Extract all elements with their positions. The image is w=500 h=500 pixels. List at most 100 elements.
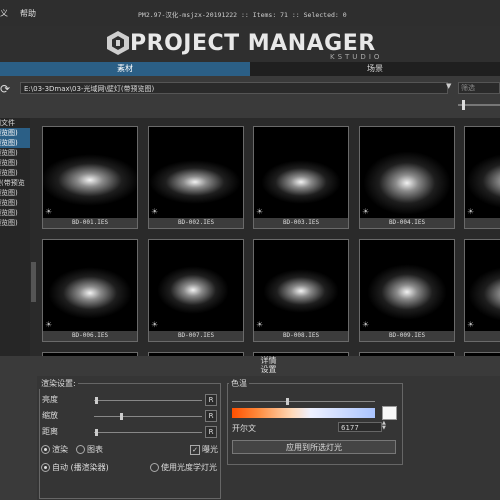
distance-knob[interactable] (95, 429, 98, 436)
ies-thumbnail[interactable]: ☀ BD-009.IES (359, 239, 455, 342)
scale-knob[interactable] (120, 413, 123, 420)
settings-title[interactable]: 设置 (37, 365, 500, 374)
thumbnail-caption: BD-006.IES (43, 331, 137, 341)
tab-assets[interactable]: 素材 (0, 62, 250, 76)
exposure-checkbox[interactable]: ✓ 曝光 (190, 444, 218, 455)
kelvin-label: 开尔文 (232, 424, 256, 433)
scale-label: 缩放 (42, 411, 58, 420)
ies-thumbnail[interactable]: ☀ BD-007.IES (148, 239, 244, 342)
thumbnail-caption: BD-007.IES (149, 331, 243, 341)
brightness-slider[interactable] (94, 400, 202, 401)
color-temp-title: 色温 (229, 378, 249, 389)
light-glow (367, 264, 447, 320)
light-bulb-icon: ☀ (151, 207, 159, 216)
ies-thumbnail[interactable]: ☀ BD-008.IES (253, 239, 349, 342)
scale-slider[interactable] (94, 416, 202, 417)
light-bulb-icon: ☀ (467, 207, 475, 216)
ies-thumbnail[interactable]: ☀ BD-006.IES (42, 239, 138, 342)
thumbnail-caption (465, 218, 500, 228)
path-field[interactable]: E:\03-3Dmax\03-光域网\壁灯(带预览图) (20, 82, 448, 94)
light-bulb-icon: ☀ (256, 207, 264, 216)
brightness-reset-button[interactable]: R (205, 394, 217, 406)
light-glow (43, 154, 137, 206)
menu-item-help[interactable]: 帮助 (20, 8, 36, 19)
thumbnail-caption: BD-009.IES (360, 331, 454, 341)
chevron-down-icon[interactable]: ▼ (446, 82, 451, 90)
tree-item[interactable]: 预览图) (0, 198, 30, 208)
tree-item[interactable]: 预览图) (0, 188, 30, 198)
tree-item[interactable]: 预览图) (0, 128, 30, 138)
light-preview-image: ☀ (43, 240, 137, 332)
main-tabs: 素材 场景 (0, 62, 500, 76)
radio-dot-icon (41, 445, 50, 454)
light-glow (363, 151, 451, 215)
color-swatch (382, 406, 397, 420)
tree-item[interactable]: 预览图) (0, 138, 30, 148)
light-glow (263, 269, 339, 313)
logo-subtitle: KSTUDIO (330, 53, 383, 61)
tree-scrollbar[interactable] (30, 118, 37, 356)
menu-item-1[interactable]: 义 (0, 8, 8, 19)
ies-thumbnail[interactable]: ☀ BD-001.IES (42, 126, 138, 229)
filter-input[interactable]: 筛选 (458, 82, 500, 94)
color-temp-knob[interactable] (286, 398, 289, 405)
tree-scrollbar-thumb[interactable] (31, 262, 36, 302)
ies-thumbnail[interactable]: ☀ (464, 239, 500, 342)
thumbnail-caption: BD-003.IES (254, 218, 348, 228)
render-mode-radio[interactable]: 渲染 (41, 444, 68, 455)
check-icon: ✓ (190, 444, 200, 455)
thumbnail-size-knob[interactable] (462, 100, 465, 110)
apply-to-lights-button[interactable]: 应用到所选灯光 (232, 440, 396, 454)
radio-dot-icon (150, 463, 159, 472)
radio-dot-icon (41, 463, 50, 472)
thumbnail-caption (465, 331, 500, 341)
light-preview-image: ☀ (254, 127, 348, 219)
scale-reset-button[interactable]: R (205, 410, 217, 422)
photometric-label: 使用光度学灯光 (161, 463, 217, 472)
light-bulb-icon: ☀ (467, 320, 475, 329)
distance-slider[interactable] (94, 432, 202, 433)
render-settings-title: 渲染设置: (39, 378, 78, 389)
thumbnail-caption: BD-008.IES (254, 331, 348, 341)
tree-item[interactable]: 理(带预览 (0, 178, 30, 188)
refresh-icon[interactable]: ⟳ (0, 82, 10, 96)
photometric-radio[interactable]: 使用光度学灯光 (150, 462, 217, 473)
details-header: 详情 设置 (37, 356, 500, 376)
light-bulb-icon: ☀ (151, 320, 159, 329)
tree-item[interactable]: 预览图) (0, 148, 30, 158)
kelvin-input[interactable]: 6177 (338, 422, 382, 432)
light-preview-image: ☀ (360, 127, 454, 219)
distance-reset-button[interactable]: R (205, 426, 217, 438)
ies-thumbnail[interactable]: ☀ BD-002.IES (148, 126, 244, 229)
color-temp-slider[interactable] (232, 401, 375, 402)
light-glow (157, 266, 229, 314)
light-glow (468, 266, 500, 322)
light-bulb-icon: ☀ (45, 207, 53, 216)
brightness-knob[interactable] (95, 397, 98, 404)
details-title[interactable]: 详情 (37, 356, 500, 365)
tree-item[interactable]: 网文件 (0, 118, 30, 128)
tree-item[interactable]: 预览图) (0, 168, 30, 178)
light-preview-image: ☀ (465, 127, 500, 219)
light-preview-image: ☀ (149, 127, 243, 219)
color-temp-gradient[interactable] (232, 408, 375, 418)
light-preview-image: ☀ (43, 127, 137, 219)
title-info: PM2.97-汉化-msjzx-20191222 :: Items: 71 ::… (138, 11, 347, 19)
tree-item[interactable]: 预览图) (0, 218, 30, 228)
ies-thumbnail[interactable]: ☀ BD-004.IES (359, 126, 455, 229)
thumbnail-caption: BD-004.IES (360, 218, 454, 228)
kelvin-spinner-icon[interactable]: ▲ ▼ (382, 421, 386, 431)
tree-item[interactable]: 预览图) (0, 208, 30, 218)
auto-renderer-radio[interactable]: 自动 (播渲染器) (41, 462, 109, 473)
light-glow (48, 267, 132, 319)
logo-icon (107, 31, 129, 55)
tree-item[interactable]: 预览图) (0, 158, 30, 168)
ies-thumbnail[interactable]: ☀ BD-003.IES (253, 126, 349, 229)
chart-mode-radio[interactable]: 图表 (76, 444, 103, 455)
chart-mode-label: 图表 (87, 445, 103, 454)
thumbnail-grid: ☀ BD-001.IES ☀ BD-002.IES ☀ BD-003.IES ☀ BD-004… (37, 118, 500, 356)
distance-label: 距离 (42, 427, 58, 436)
ies-thumbnail[interactable]: ☀ (464, 126, 500, 229)
folder-tree: 网文件预览图)预览图)预览图)预览图)预览图)理(带预览预览图)预览图)预览图)… (0, 118, 30, 356)
tab-scenes[interactable]: 场景 (250, 62, 500, 76)
